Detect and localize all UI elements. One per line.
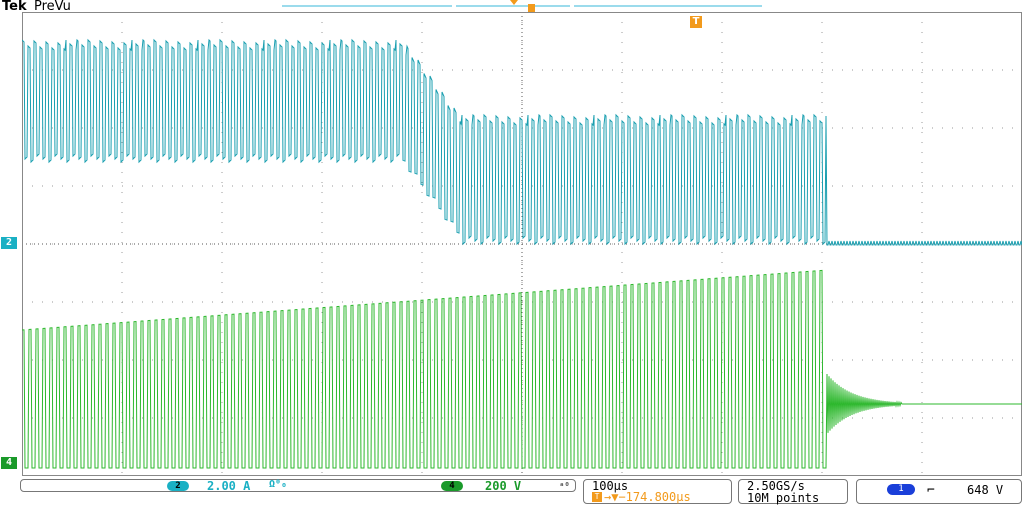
channel-readout[interactable]: 2 2.00 A Ω⁰₀ 4 200 V ₐ₀ [20,479,576,493]
trigger-position: →▼−174.800µs [604,490,691,504]
ch2-coupling: Ω⁰₀ [269,479,288,490]
ch4-coupling: ₐ₀ [559,479,570,489]
acquisition-readout[interactable]: 2.50GS/s 10M points [738,479,848,504]
trigger-readout[interactable]: 1 ⌐ 648 V [856,479,1022,504]
trigger-level: 648 V [967,483,1004,497]
trigger-source-badge: 1 [887,484,915,495]
trigger-time-marker[interactable]: T [690,16,702,28]
ch4-ground-marker[interactable]: 4 [1,457,17,469]
graticule [22,12,1022,476]
ch2-badge[interactable]: 2 [167,481,189,491]
ch2-ground-marker[interactable]: 2 [1,237,17,249]
ch4-badge[interactable]: 4 [441,481,463,491]
waveform-display[interactable]: T [22,12,1022,476]
ch2-scale: 2.00 A [207,479,251,493]
ch4-scale: 200 V [485,479,522,493]
trigger-pos-icon: T [592,492,602,502]
status-bar: 2 2.00 A Ω⁰₀ 4 200 V ₐ₀ 100µs T →▼−174.8… [0,477,1024,507]
falling-edge-icon: ⌐ [927,483,935,498]
ch2-trace [22,38,1022,246]
record-length: 10M points [747,491,820,505]
timebase-readout[interactable]: 100µs T →▼−174.800µs [583,479,732,504]
